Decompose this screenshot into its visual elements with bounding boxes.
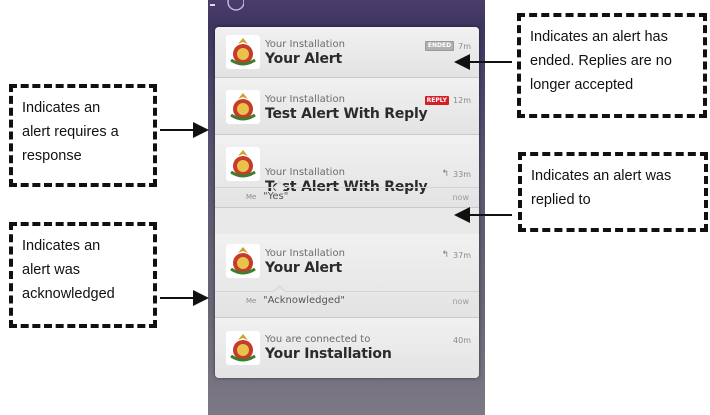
ended-badge: ENDED xyxy=(424,41,455,51)
army-crest-icon xyxy=(226,35,260,69)
reply-sender: Me xyxy=(246,297,257,305)
army-crest-icon xyxy=(226,244,260,278)
reply-arrow-icon: ↰ xyxy=(441,250,450,260)
notification-title: Test Alert With Reply xyxy=(265,106,428,122)
notification-item[interactable]: Your Installation Your Alert ↰ 37m Me "A… xyxy=(215,234,479,318)
callout-text: ended. Replies are no xyxy=(530,53,672,69)
notification-item[interactable]: Your Installation Test Alert With Reply … xyxy=(215,78,479,135)
notification-source: Your Installation xyxy=(265,167,345,178)
callout-text: Indicates an xyxy=(22,100,101,116)
notification-item[interactable]: Your Installation Test Alert With Reply … xyxy=(215,135,479,208)
status-bar-icon xyxy=(210,0,244,11)
notification-item[interactable]: Your Installation Your Alert ENDED 7m xyxy=(215,27,479,78)
notification-meta: REPLY 12m xyxy=(424,96,471,105)
notification-time: 33m xyxy=(453,169,471,179)
reply-time: now xyxy=(452,297,469,306)
reply-sender: Me xyxy=(246,193,257,201)
reply-row: Me "Acknowledged" now xyxy=(215,285,479,312)
reply-required-badge: REPLY xyxy=(424,96,450,105)
army-crest-icon xyxy=(226,90,260,124)
notification-title: Your Alert xyxy=(265,51,342,67)
notification-time: 37m xyxy=(453,250,471,260)
notification-time: 40m xyxy=(453,336,471,345)
notification-time: 12m xyxy=(453,96,471,105)
phone-screen: Your Installation Your Alert ENDED 7m Yo… xyxy=(208,0,485,415)
callout-text: response xyxy=(22,148,82,164)
callout-replied: Indicates an alert was replied to xyxy=(518,152,708,232)
notification-meta: 40m xyxy=(453,336,471,345)
notification-source: Your Installation xyxy=(265,248,345,259)
army-crest-icon xyxy=(226,147,260,181)
callout-text: Indicates an alert has xyxy=(530,29,668,45)
notification-list: Your Installation Your Alert ENDED 7m Yo… xyxy=(215,27,479,378)
callout-acknowledged: Indicates an alert was acknowledged xyxy=(9,222,157,328)
reply-row: Me "Yes" now xyxy=(215,181,479,208)
army-crest-icon xyxy=(226,331,260,365)
callout-requires-response: Indicates an alert requires a response xyxy=(9,84,157,187)
notification-title: Your Installation xyxy=(265,346,392,362)
notification-source: Your Installation xyxy=(265,39,345,50)
reply-arrow-icon: ↰ xyxy=(441,169,450,179)
notification-time: 7m xyxy=(458,41,471,51)
callout-text: Indicates an alert was xyxy=(531,168,672,184)
callout-text: replied to xyxy=(531,192,591,208)
callout-text: acknowledged xyxy=(22,286,115,302)
notification-item[interactable]: You are connected to Your Installation 4… xyxy=(215,318,479,378)
notification-source: Your Installation xyxy=(265,94,345,105)
reply-message: "Yes" xyxy=(263,191,289,202)
callout-text: Indicates an xyxy=(22,238,101,254)
callout-text: alert was xyxy=(22,262,81,278)
callout-ended: Indicates an alert has ended. Replies ar… xyxy=(517,13,707,118)
notification-meta: ENDED 7m xyxy=(424,41,471,51)
callout-text: alert requires a xyxy=(22,124,119,140)
notification-meta: ↰ 37m xyxy=(441,250,471,260)
callout-text: longer accepted xyxy=(530,77,634,93)
notification-source: You are connected to xyxy=(265,334,371,345)
reply-time: now xyxy=(452,193,469,202)
notification-meta: ↰ 33m xyxy=(441,169,471,179)
notification-title: Your Alert xyxy=(265,260,342,276)
reply-message: "Acknowledged" xyxy=(263,295,345,306)
